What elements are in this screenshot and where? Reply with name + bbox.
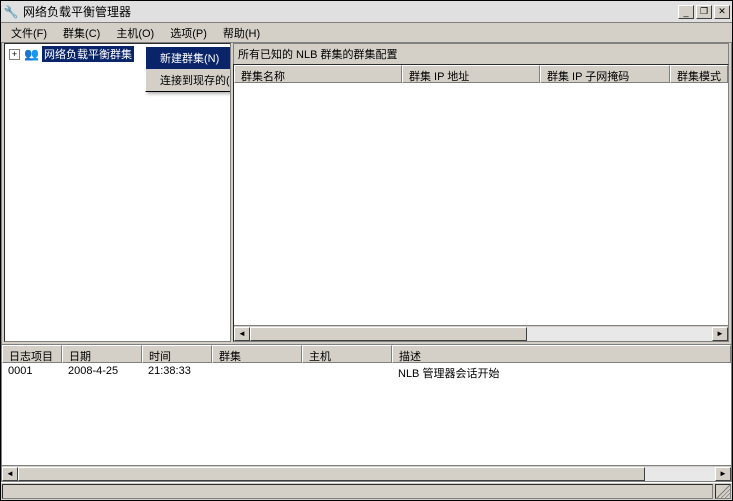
main-content: + 👥 网络负载平衡群集 新建群集(N) 连接到现存的(C) 所有已知的 NLB… (1, 43, 732, 345)
scroll-left-icon[interactable]: ◄ (2, 467, 18, 481)
cluster-list-body (234, 83, 728, 325)
col-log-entry[interactable]: 日志项目 (2, 345, 62, 363)
col-cluster-ip[interactable]: 群集 IP 地址 (402, 65, 540, 83)
scroll-right-icon[interactable]: ► (715, 467, 731, 481)
right-pane: 所有已知的 NLB 群集的群集配置 群集名称 群集 IP 地址 群集 IP 子网… (233, 43, 729, 342)
menu-hosts[interactable]: 主机(O) (108, 23, 162, 43)
log-pane: 日志项目 日期 时间 群集 主机 描述 0001 2008-4-25 21:38… (1, 345, 732, 482)
scroll-thumb[interactable] (18, 467, 645, 481)
window-title: 网络负载平衡管理器 (23, 3, 678, 20)
col-log-time[interactable]: 时间 (142, 345, 212, 363)
scroll-right-icon[interactable]: ► (712, 327, 728, 341)
log-cell-desc: NLB 管理器会话开始 (392, 364, 731, 382)
resize-grip[interactable] (715, 484, 731, 499)
restore-button[interactable]: ❐ (696, 5, 712, 19)
log-cell-cluster (212, 364, 302, 382)
right-header-label: 所有已知的 NLB 群集的群集配置 (233, 43, 729, 64)
log-column-headers: 日志项目 日期 时间 群集 主机 描述 (2, 345, 731, 363)
col-cluster-name[interactable]: 群集名称 (234, 65, 402, 83)
menu-file[interactable]: 文件(F) (3, 23, 55, 43)
log-row[interactable]: 0001 2008-4-25 21:38:33 NLB 管理器会话开始 (2, 363, 731, 383)
col-cluster-mode[interactable]: 群集模式 (670, 65, 728, 83)
menu-options[interactable]: 选项(P) (162, 23, 215, 43)
cluster-column-headers: 群集名称 群集 IP 地址 群集 IP 子网掩码 群集模式 (234, 65, 728, 83)
scroll-track[interactable] (18, 467, 715, 481)
scroll-left-icon[interactable]: ◄ (234, 327, 250, 341)
cluster-root-icon: 👥 (24, 47, 39, 61)
close-button[interactable]: ✕ (714, 5, 730, 19)
cluster-hscroll[interactable]: ◄ ► (234, 325, 728, 341)
titlebar: 🔧 网络负载平衡管理器 _ ❐ ✕ (1, 1, 732, 23)
col-log-date[interactable]: 日期 (62, 345, 142, 363)
log-body: 0001 2008-4-25 21:38:33 NLB 管理器会话开始 (2, 363, 731, 465)
col-log-host[interactable]: 主机 (302, 345, 392, 363)
log-cell-time: 21:38:33 (142, 364, 212, 382)
context-connect-existing[interactable]: 连接到现存的(C) (146, 69, 231, 91)
menu-help[interactable]: 帮助(H) (215, 23, 268, 43)
statusbar (1, 482, 732, 500)
status-cell (2, 484, 713, 499)
app-icon: 🔧 (3, 4, 19, 20)
tree-expand-icon[interactable]: + (9, 49, 20, 60)
log-hscroll[interactable]: ◄ ► (2, 465, 731, 481)
log-cell-host (302, 364, 392, 382)
tree-pane: + 👥 网络负载平衡群集 新建群集(N) 连接到现存的(C) (4, 43, 231, 342)
log-cell-entry: 0001 (2, 364, 62, 382)
scroll-track[interactable] (250, 327, 712, 341)
menubar: 文件(F) 群集(C) 主机(O) 选项(P) 帮助(H) (1, 23, 732, 43)
scroll-thumb[interactable] (250, 327, 527, 341)
tree-root-label: 网络负载平衡群集 (42, 46, 134, 62)
minimize-button[interactable]: _ (678, 5, 694, 19)
cluster-list: 群集名称 群集 IP 地址 群集 IP 子网掩码 群集模式 ◄ ► (233, 64, 729, 342)
context-new-cluster[interactable]: 新建群集(N) (146, 47, 231, 69)
col-cluster-mask[interactable]: 群集 IP 子网掩码 (540, 65, 670, 83)
log-cell-date: 2008-4-25 (62, 364, 142, 382)
context-menu: 新建群集(N) 连接到现存的(C) (145, 46, 231, 92)
menu-clusters[interactable]: 群集(C) (55, 23, 108, 43)
col-log-cluster[interactable]: 群集 (212, 345, 302, 363)
col-log-desc[interactable]: 描述 (392, 345, 731, 363)
